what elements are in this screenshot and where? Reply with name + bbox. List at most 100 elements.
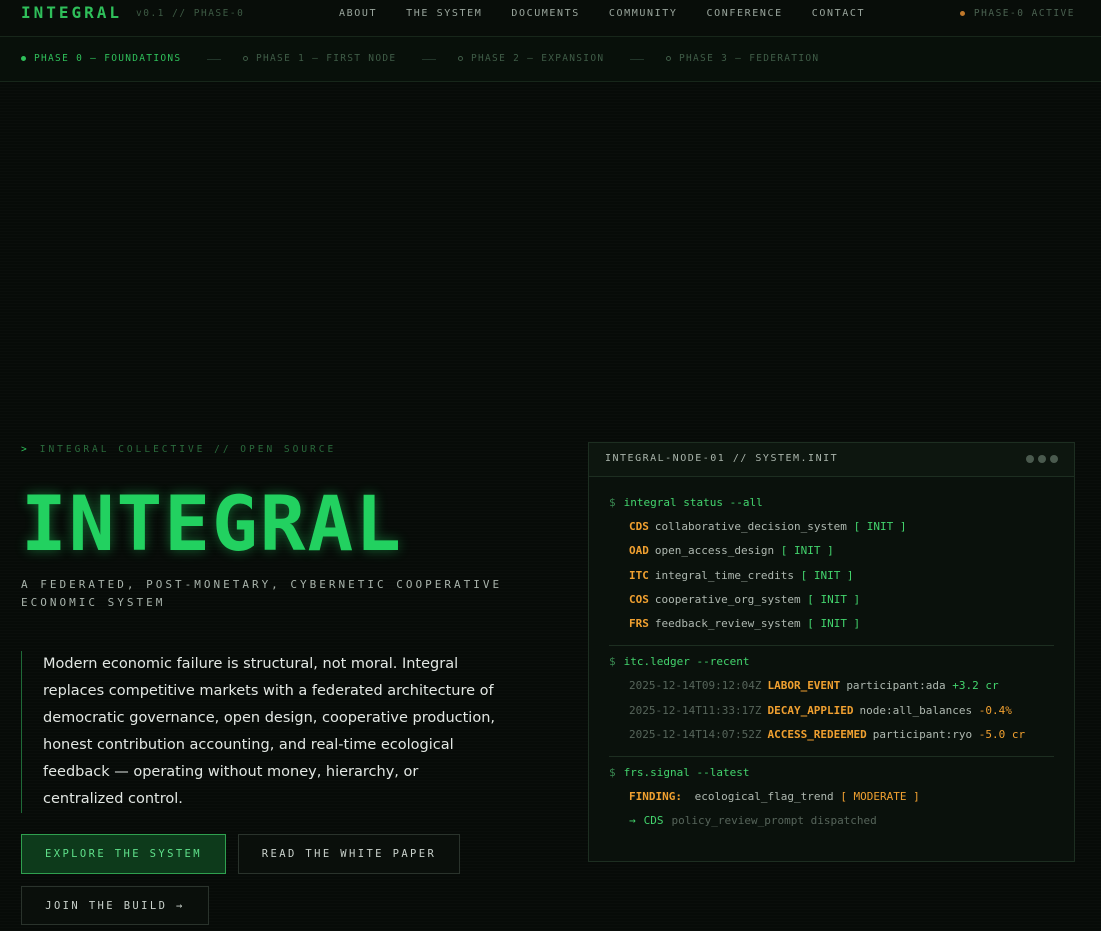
terminal-divider xyxy=(609,645,1054,647)
eyebrow-text: INTEGRAL COLLECTIVE // OPEN SOURCE xyxy=(39,444,337,455)
hero-description: Modern economic failure is structural, n… xyxy=(21,651,503,813)
prompt-symbol: $ xyxy=(609,496,616,509)
status-dot-icon xyxy=(959,11,965,16)
nav-link-contact[interactable]: CONTACT xyxy=(812,8,865,19)
terminal-title: INTEGRAL-NODE-01 // SYSTEM.INIT xyxy=(605,453,839,464)
system-state: [ INIT ] xyxy=(853,520,907,534)
system-row: COS cooperative_org_system [ INIT ] xyxy=(609,593,1054,617)
hero-title: INTEGRAL xyxy=(21,479,404,568)
command-line: $ integral status --all xyxy=(609,496,1054,520)
ledger-event: ACCESS_REDEEMED xyxy=(767,727,867,741)
command-text: frs.signal --latest xyxy=(623,765,750,779)
version-label: v0.1 // PHASE-0 xyxy=(136,8,245,19)
nav-links: ABOUT THE SYSTEM DOCUMENTS COMMUNITY CON… xyxy=(339,8,894,19)
dispatch-message: policy_review_prompt dispatched xyxy=(671,814,877,828)
system-name: cooperative_org_system xyxy=(654,592,801,606)
system-name: open_access_design xyxy=(654,544,775,558)
dispatch-target: CDS xyxy=(643,814,664,828)
window-controls xyxy=(1022,455,1058,463)
terminal-divider xyxy=(609,755,1054,757)
explore-system-button[interactable]: EXPLORE THE SYSTEM xyxy=(21,834,226,874)
terminal-output: $ integral status --all CDS collaborative_… xyxy=(609,496,1054,838)
dispatch-row: → CDS policy_review_prompt dispatched xyxy=(609,814,1054,838)
ledger-timestamp: 2025-12-14T14:07:52Z xyxy=(629,727,762,741)
window-dot-icon xyxy=(1038,455,1046,463)
nav-link-community[interactable]: COMMUNITY xyxy=(609,8,678,19)
phase-1[interactable]: PHASE 1 — FIRST NODE xyxy=(243,53,396,64)
system-row: CDS collaborative_decision_system [ INIT … xyxy=(609,520,1054,544)
phase-dot-icon xyxy=(243,56,248,61)
ledger-event: LABOR_EVENT xyxy=(767,679,841,693)
ledger-timestamp: 2025-12-14T11:33:17Z xyxy=(629,703,762,717)
prompt-symbol: $ xyxy=(609,765,616,779)
ledger-row: 2025-12-14T11:33:17Z DECAY_APPLIED node:al… xyxy=(609,704,1054,728)
ledger-timestamp: 2025-12-14T09:12:04Z xyxy=(629,679,762,693)
ledger-delta: -5.0 cr xyxy=(978,727,1026,741)
status-indicator: PHASE-0 ACTIVE xyxy=(959,8,1075,19)
system-state: [ INIT ] xyxy=(807,616,861,630)
phase-separator xyxy=(207,59,221,60)
command-line: $ itc.ledger --recent xyxy=(609,655,1054,679)
hero-eyebrow: > INTEGRAL COLLECTIVE // OPEN SOURCE xyxy=(21,444,336,455)
command-text: itc.ledger --recent xyxy=(623,655,750,669)
finding-label: FINDING: xyxy=(629,790,682,804)
command-line: $ frs.signal --latest xyxy=(609,766,1054,790)
finding-value: ecological_flag_trend xyxy=(694,790,834,804)
ledger-event: DECAY_APPLIED xyxy=(767,703,854,717)
phase-dot-icon xyxy=(21,56,26,61)
nav-link-conference[interactable]: CONFERENCE xyxy=(707,8,783,19)
phase-progress-bar: PHASE 0 — FOUNDATIONS PHASE 1 — FIRST NO… xyxy=(0,37,1101,82)
system-state: [ INIT ] xyxy=(807,592,861,606)
phase-3[interactable]: PHASE 3 — FEDERATION xyxy=(666,53,819,64)
terminal-panel: INTEGRAL-NODE-01 // SYSTEM.INIT $ integra… xyxy=(588,442,1075,862)
system-code: FRS xyxy=(629,616,649,630)
system-name: integral_time_credits xyxy=(654,568,794,582)
system-code: COS xyxy=(629,592,649,606)
system-code: CDS xyxy=(629,520,649,534)
ledger-subject: node:all_balances xyxy=(859,703,973,717)
ledger-delta: -0.4% xyxy=(978,703,1012,717)
system-state: [ INIT ] xyxy=(800,568,854,582)
window-dot-icon xyxy=(1050,455,1058,463)
ledger-row: 2025-12-14T09:12:04Z LABOR_EVENT participa… xyxy=(609,679,1054,703)
logo[interactable]: INTEGRAL xyxy=(21,3,122,22)
nav-link-about[interactable]: ABOUT xyxy=(339,8,377,19)
system-name: feedback_review_system xyxy=(654,616,801,630)
status-text: PHASE-0 ACTIVE xyxy=(973,8,1075,19)
phase-separator xyxy=(630,59,644,60)
phase-label: PHASE 3 — FEDERATION xyxy=(679,53,820,64)
phase-separator xyxy=(422,59,436,60)
top-navigation: INTEGRAL v0.1 // PHASE-0 ABOUT THE SYSTE… xyxy=(0,0,1101,37)
window-dot-icon xyxy=(1026,455,1034,463)
system-row: OAD open_access_design [ INIT ] xyxy=(609,544,1054,568)
finding-level: [ MODERATE ] xyxy=(840,790,920,804)
phase-label: PHASE 1 — FIRST NODE xyxy=(256,53,397,64)
chevron-right-icon: > xyxy=(21,444,30,455)
system-name: collaborative_decision_system xyxy=(654,520,847,534)
ledger-subject: participant:ada xyxy=(846,679,946,693)
phase-dot-icon xyxy=(666,56,671,61)
hero-subtitle: A FEDERATED, POST-MONETARY, CYBERNETIC C… xyxy=(21,578,503,609)
system-row: ITC integral_time_credits [ INIT ] xyxy=(609,569,1054,593)
ledger-row: 2025-12-14T14:07:52Z ACCESS_REDEEMED parti… xyxy=(609,728,1054,752)
finding-row: FINDING: ecological_flag_trend [ MODERAT… xyxy=(609,790,1054,814)
nav-link-the-system[interactable]: THE SYSTEM xyxy=(406,8,482,19)
system-state: [ INIT ] xyxy=(780,544,834,558)
phase-label: PHASE 0 — FOUNDATIONS xyxy=(34,53,182,64)
join-build-button[interactable]: JOIN THE BUILD → xyxy=(21,886,209,925)
system-code: OAD xyxy=(629,544,649,558)
terminal-header: INTEGRAL-NODE-01 // SYSTEM.INIT xyxy=(589,443,1074,477)
phase-dot-icon xyxy=(458,56,463,61)
ledger-subject: participant:ryo xyxy=(872,727,973,741)
arrow-right-icon: → xyxy=(629,814,636,828)
system-row: FRS feedback_review_system [ INIT ] xyxy=(609,617,1054,641)
system-code: ITC xyxy=(629,568,649,582)
nav-link-documents[interactable]: DOCUMENTS xyxy=(511,8,580,19)
ledger-delta: +3.2 cr xyxy=(952,679,999,693)
phase-2[interactable]: PHASE 2 — EXPANSION xyxy=(458,53,604,64)
prompt-symbol: $ xyxy=(609,655,616,669)
phase-label: PHASE 2 — EXPANSION xyxy=(471,53,605,64)
command-text: integral status --all xyxy=(623,496,763,509)
read-white-paper-button[interactable]: READ THE WHITE PAPER xyxy=(238,834,460,874)
phase-0[interactable]: PHASE 0 — FOUNDATIONS xyxy=(21,53,181,64)
